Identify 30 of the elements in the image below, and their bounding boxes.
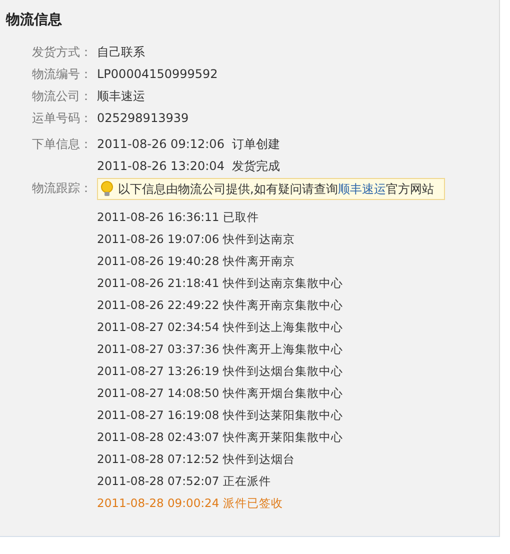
tracking-event: 2011-08-26 16:36:11 已取件 xyxy=(97,209,259,226)
field-value: LP00004150999592 xyxy=(97,67,218,81)
courier-link[interactable]: 顺丰速运 xyxy=(338,182,386,196)
field-label: 发货方式： xyxy=(31,44,93,61)
field-value: 自己联系 xyxy=(97,44,145,60)
field-label: 物流公司： xyxy=(31,88,93,105)
order-event: 2011-08-26 09:12:06 订单创建 xyxy=(97,136,280,153)
field-label: 下单信息： xyxy=(31,136,93,153)
tracking-event: 2011-08-28 02:43:07 快件离开莱阳集散中心 xyxy=(97,429,343,446)
tracking-event: 2011-08-28 09:00:24 派件已签收 xyxy=(97,495,283,512)
lightbulb-icon xyxy=(101,181,113,197)
tracking-event: 2011-08-27 14:08:50 快件离开烟台集散中心 xyxy=(97,385,343,402)
tracking-event: 2011-08-26 21:18:41 快件到达南京集散中心 xyxy=(97,275,343,292)
tracking-event: 2011-08-26 22:49:22 快件离开南京集散中心 xyxy=(97,297,343,314)
section-title: 物流信息 xyxy=(6,10,63,30)
tracking-event: 2011-08-26 19:07:06 快件到达南京 xyxy=(97,231,295,248)
notice-text: 以下信息由物流公司提供,如有疑问请查询顺丰速运官方网站 xyxy=(118,180,434,198)
field-label: 物流跟踪： xyxy=(31,180,93,197)
tracking-event: 2011-08-27 03:37:36 快件离开上海集散中心 xyxy=(97,341,343,358)
field-value: 顺丰速运 xyxy=(97,88,145,104)
tracking-event: 2011-08-26 19:40:28 快件离开南京 xyxy=(97,253,295,270)
field-value: 025298913939 xyxy=(97,111,189,125)
tracking-event: 2011-08-28 07:52:07 正在派件 xyxy=(97,473,271,490)
tracking-event: 2011-08-28 07:12:52 快件到达烟台 xyxy=(97,451,295,468)
tracking-event: 2011-08-27 13:26:19 快件到达烟台集散中心 xyxy=(97,363,343,380)
tracking-event: 2011-08-27 02:34:54 快件到达上海集散中心 xyxy=(97,319,343,336)
order-event: 2011-08-26 13:20:04 发货完成 xyxy=(97,158,280,175)
tracking-event: 2011-08-27 16:19:08 快件到达莱阳集散中心 xyxy=(97,407,343,424)
field-label: 运单号码： xyxy=(31,110,93,127)
field-label: 物流编号： xyxy=(31,66,93,83)
